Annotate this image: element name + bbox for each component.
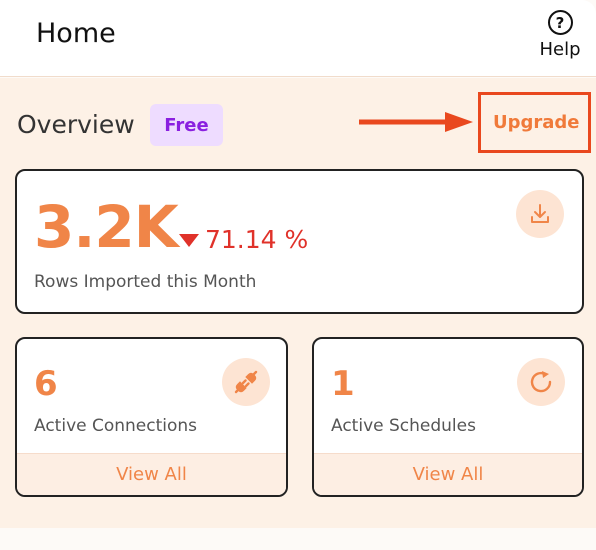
help-label: Help bbox=[539, 39, 581, 60]
refresh-icon bbox=[530, 371, 552, 393]
annotation-arrow-icon bbox=[359, 112, 473, 132]
plug-icon bbox=[234, 370, 258, 394]
active-schedules-card: 1 Active Schedules View All bbox=[312, 337, 584, 497]
download-button[interactable] bbox=[516, 190, 564, 238]
rows-imported-card: 3.2K 71.14 % Rows Imported this Month bbox=[15, 169, 584, 314]
rows-imported-value: 3.2K bbox=[34, 193, 179, 261]
help-icon: ? bbox=[547, 10, 573, 35]
active-connections-card: 6 Active Connections View All bbox=[15, 337, 288, 497]
connections-icon-badge bbox=[222, 358, 270, 406]
bottom-strip bbox=[0, 528, 596, 550]
connections-view-all-link[interactable]: View All bbox=[17, 453, 286, 495]
plan-badge: Free bbox=[150, 104, 223, 146]
overview-title: Overview bbox=[17, 110, 135, 139]
schedules-view-all-link[interactable]: View All bbox=[314, 453, 582, 495]
top-bar: Home ? Help bbox=[0, 0, 596, 77]
active-schedules-value: 1 bbox=[331, 364, 355, 404]
active-connections-label: Active Connections bbox=[34, 416, 198, 436]
active-schedules-label: Active Schedules bbox=[331, 416, 476, 436]
upgrade-button[interactable]: Upgrade bbox=[493, 112, 580, 133]
download-icon bbox=[531, 204, 549, 223]
rows-change-value: 71.14 % bbox=[205, 225, 309, 254]
page-title: Home bbox=[36, 18, 116, 49]
rows-change: 71.14 % bbox=[179, 225, 308, 254]
down-arrow-icon bbox=[179, 234, 199, 247]
rows-imported-label: Rows Imported this Month bbox=[34, 272, 257, 292]
help-button[interactable]: ? Help bbox=[536, 10, 584, 60]
active-connections-value: 6 bbox=[34, 364, 58, 404]
schedules-icon-badge bbox=[517, 358, 565, 406]
